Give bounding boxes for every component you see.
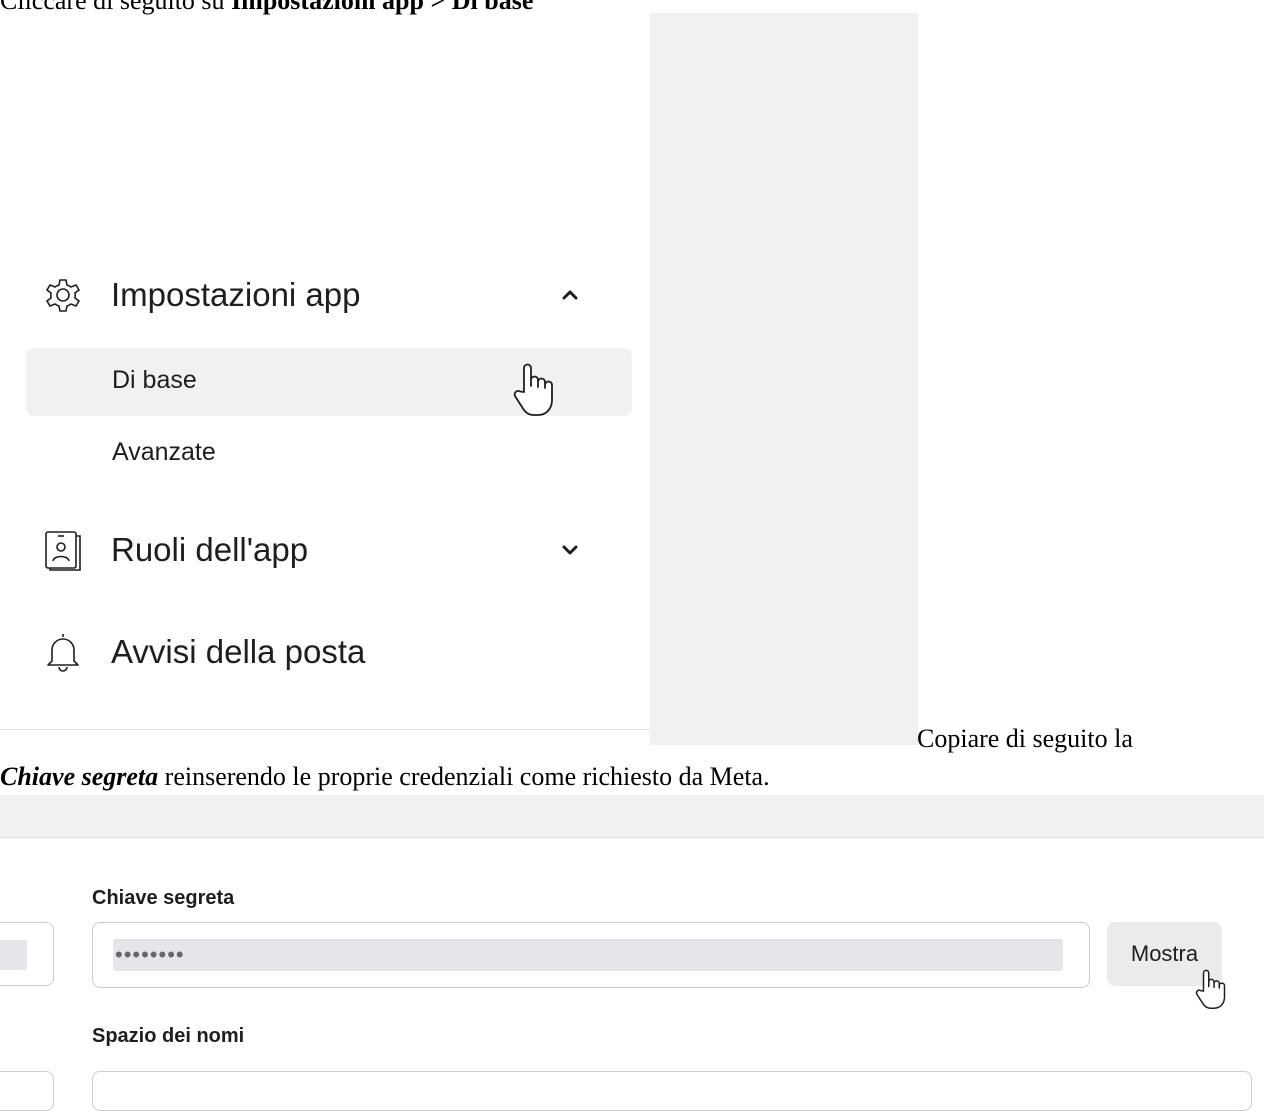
gear-icon (40, 272, 86, 318)
adjacent-field[interactable] (0, 922, 54, 986)
intro-bold-path: Impostazioni app > Di base (231, 0, 534, 15)
copy-rest: reinserendo le proprie credenziali come … (158, 762, 770, 791)
namespace-field[interactable] (92, 1071, 1252, 1111)
divider (0, 729, 650, 730)
sub-item-label: Avanzate (112, 438, 216, 466)
secret-key-label: Chiave segreta (92, 887, 235, 909)
intro-prefix: Cliccare di seguito su (0, 0, 232, 15)
secret-key-field[interactable]: •••••••• (92, 922, 1090, 988)
image-placeholder (650, 13, 918, 745)
hand-cursor-icon (1190, 967, 1232, 1015)
badge-icon (40, 527, 86, 573)
sub-item-label: Di base (112, 366, 197, 394)
sidebar-screenshot: Impostazioni app Di base Avanzate Ruoli … (0, 40, 650, 730)
nav-ruoli-app[interactable]: Ruoli dell'app (0, 520, 650, 580)
chevron-down-icon[interactable] (556, 536, 584, 564)
hand-cursor-icon (506, 360, 562, 420)
copy-bold-italic: Chiave segreta (0, 762, 159, 791)
intro-paragraph: Cliccare di seguito su Impostazioni app … (0, 0, 533, 16)
nav-label: Impostazioni app (111, 276, 361, 313)
nav-label: Avvisi della posta (111, 633, 366, 670)
adjacent-field[interactable] (0, 1071, 54, 1111)
namespace-label: Spazio dei nomi (92, 1025, 245, 1047)
bell-icon (40, 629, 86, 675)
sub-item-avanzate[interactable]: Avanzate (26, 420, 632, 488)
copy-paragraph-start: Copiare di seguito la (917, 724, 1133, 753)
nav-avvisi-posta[interactable]: Avvisi della posta (0, 622, 650, 682)
secret-key-screenshot: Chiave segreta •••••••• Mostra Spazio de… (0, 795, 1264, 1111)
chevron-up-icon[interactable] (556, 281, 584, 309)
top-bar (0, 795, 1264, 838)
nav-label: Ruoli dell'app (111, 531, 309, 568)
nav-impostazioni-app[interactable]: Impostazioni app (0, 265, 650, 325)
copy-paragraph-end: Chiave segreta reinserendo le proprie cr… (0, 762, 770, 792)
secret-key-mask: •••••••• (113, 939, 1063, 971)
